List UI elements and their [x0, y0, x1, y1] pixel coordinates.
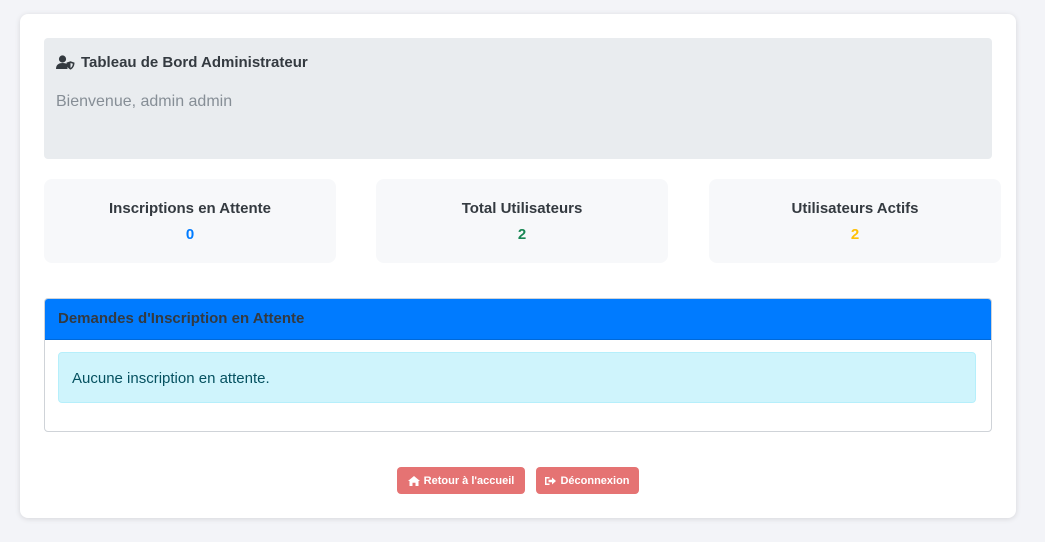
stat-label: Total Utilisateurs — [461, 200, 583, 217]
sign-out-icon — [545, 476, 557, 486]
empty-state-alert: Aucune inscription en attente. — [58, 352, 976, 403]
panel-header: Demandes d'Inscription en Attente — [45, 299, 991, 340]
user-shield-icon — [56, 55, 75, 70]
home-icon — [407, 475, 420, 486]
pending-registrations-panel: Demandes d'Inscription en Attente Aucune… — [44, 298, 992, 432]
page-title-text: Tableau de Bord Administrateur — [81, 54, 308, 71]
stat-card-pending: Inscriptions en Attente 0 — [44, 179, 336, 263]
stat-value: 2 — [850, 226, 860, 243]
welcome-banner: Tableau de Bord Administrateur Bienvenue… — [44, 38, 992, 159]
stat-card-active-users: Utilisateurs Actifs 2 — [709, 179, 1001, 263]
stat-value: 2 — [517, 226, 527, 243]
logout-button[interactable]: Déconnexion — [536, 467, 639, 494]
dashboard-card: Tableau de Bord Administrateur Bienvenue… — [20, 14, 1016, 518]
logout-button-label: Déconnexion — [560, 474, 630, 487]
stat-label: Inscriptions en Attente — [109, 200, 271, 217]
stat-label: Utilisateurs Actifs — [791, 200, 919, 217]
page-title: Tableau de Bord Administrateur — [56, 54, 308, 71]
welcome-message: Bienvenue, admin admin — [56, 93, 233, 110]
stat-value: 0 — [185, 226, 195, 243]
home-button-label: Retour à l'accueil — [423, 474, 515, 487]
home-button[interactable]: Retour à l'accueil — [397, 467, 525, 494]
stat-card-total-users: Total Utilisateurs 2 — [376, 179, 668, 263]
